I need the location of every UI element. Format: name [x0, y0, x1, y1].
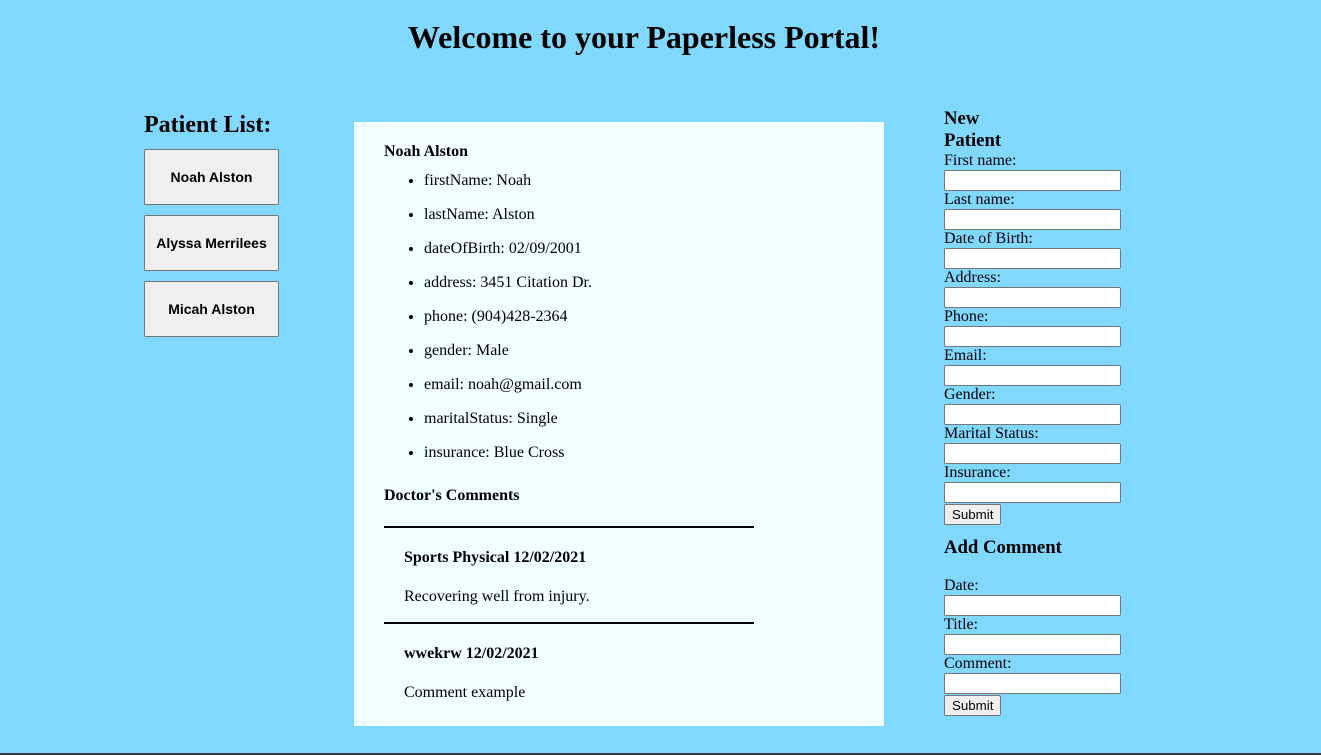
- new-patient-title: New Patient: [944, 108, 1002, 151]
- comment-body: Comment example: [404, 684, 526, 701]
- patient-list: Patient List: Noah Alston Alyssa Merrile…: [144, 112, 284, 347]
- attribute-date-of-birth: dateOfBirth: 02/09/2001: [424, 240, 854, 258]
- add-comment-submit-button[interactable]: Submit: [944, 695, 1002, 716]
- patient-details-panel: Noah Alston firstName: Noah lastName: Al…: [354, 122, 884, 726]
- email-input[interactable]: [944, 365, 1121, 386]
- comment-title: wwekrw 12/02/2021: [404, 645, 539, 662]
- patient-button-micah-alston[interactable]: Micah Alston: [144, 281, 279, 337]
- attribute-gender: gender: Male: [424, 342, 854, 360]
- comment-title: Sports Physical 12/02/2021: [404, 549, 587, 566]
- insurance-label: Insurance:: [944, 464, 1011, 481]
- patient-list-heading: Patient List:: [144, 112, 272, 138]
- patient-name-heading: Noah Alston: [384, 143, 469, 160]
- last-name-input[interactable]: [944, 209, 1121, 230]
- patient-button-noah-alston[interactable]: Noah Alston: [144, 149, 279, 205]
- gender-label: Gender:: [944, 386, 996, 403]
- date-of-birth-input[interactable]: [944, 248, 1121, 269]
- attribute-last-name: lastName: Alston: [424, 206, 854, 224]
- attribute-insurance: insurance: Blue Cross: [424, 444, 854, 462]
- address-input[interactable]: [944, 287, 1121, 308]
- comment-item: Sports Physical 12/02/2021 Recovering we…: [384, 526, 754, 606]
- new-patient-form: New Patient First name: Last name: Date …: [944, 108, 1134, 525]
- comment-date-label: Date:: [944, 577, 979, 594]
- insurance-input[interactable]: [944, 482, 1121, 503]
- comment-text-label: Comment:: [944, 655, 1012, 672]
- first-name-input[interactable]: [944, 170, 1121, 191]
- comment-title-label: Title:: [944, 616, 979, 633]
- comment-text-input[interactable]: [944, 673, 1121, 694]
- patient-button-alyssa-merrilees[interactable]: Alyssa Merrilees: [144, 215, 279, 271]
- marital-status-input[interactable]: [944, 443, 1121, 464]
- gender-input[interactable]: [944, 404, 1121, 425]
- patient-attributes-list: firstName: Noah lastName: Alston dateOfB…: [384, 172, 854, 462]
- comment-body: Recovering well from injury.: [404, 588, 590, 605]
- last-name-label: Last name:: [944, 191, 1015, 208]
- doctors-comments-heading: Doctor's Comments: [384, 487, 520, 504]
- attribute-email: email: noah@gmail.com: [424, 376, 854, 394]
- attribute-phone: phone: (904)428-2364: [424, 308, 854, 326]
- side-forms: New Patient First name: Last name: Date …: [944, 108, 1134, 716]
- marital-status-label: Marital Status:: [944, 425, 1039, 442]
- first-name-label: First name:: [944, 152, 1017, 169]
- attribute-marital-status: maritalStatus: Single: [424, 410, 854, 428]
- attribute-address: address: 3451 Citation Dr.: [424, 274, 854, 292]
- date-of-birth-label: Date of Birth:: [944, 230, 1033, 247]
- comment-title-input[interactable]: [944, 634, 1121, 655]
- comment-date-input[interactable]: [944, 595, 1121, 616]
- address-label: Address:: [944, 269, 1001, 286]
- add-comment-title: Add Comment: [944, 537, 1062, 558]
- new-patient-submit-button[interactable]: Submit: [944, 504, 1002, 525]
- add-comment-form: Add Comment Date: Title: Comment: Submit: [944, 537, 1134, 716]
- page-title: Welcome to your Paperless Portal!: [407, 19, 881, 55]
- comment-item: wwekrw 12/02/2021 Comment example: [384, 622, 754, 702]
- attribute-first-name: firstName: Noah: [424, 172, 854, 190]
- phone-label: Phone:: [944, 308, 989, 325]
- phone-input[interactable]: [944, 326, 1121, 347]
- email-label: Email:: [944, 347, 987, 364]
